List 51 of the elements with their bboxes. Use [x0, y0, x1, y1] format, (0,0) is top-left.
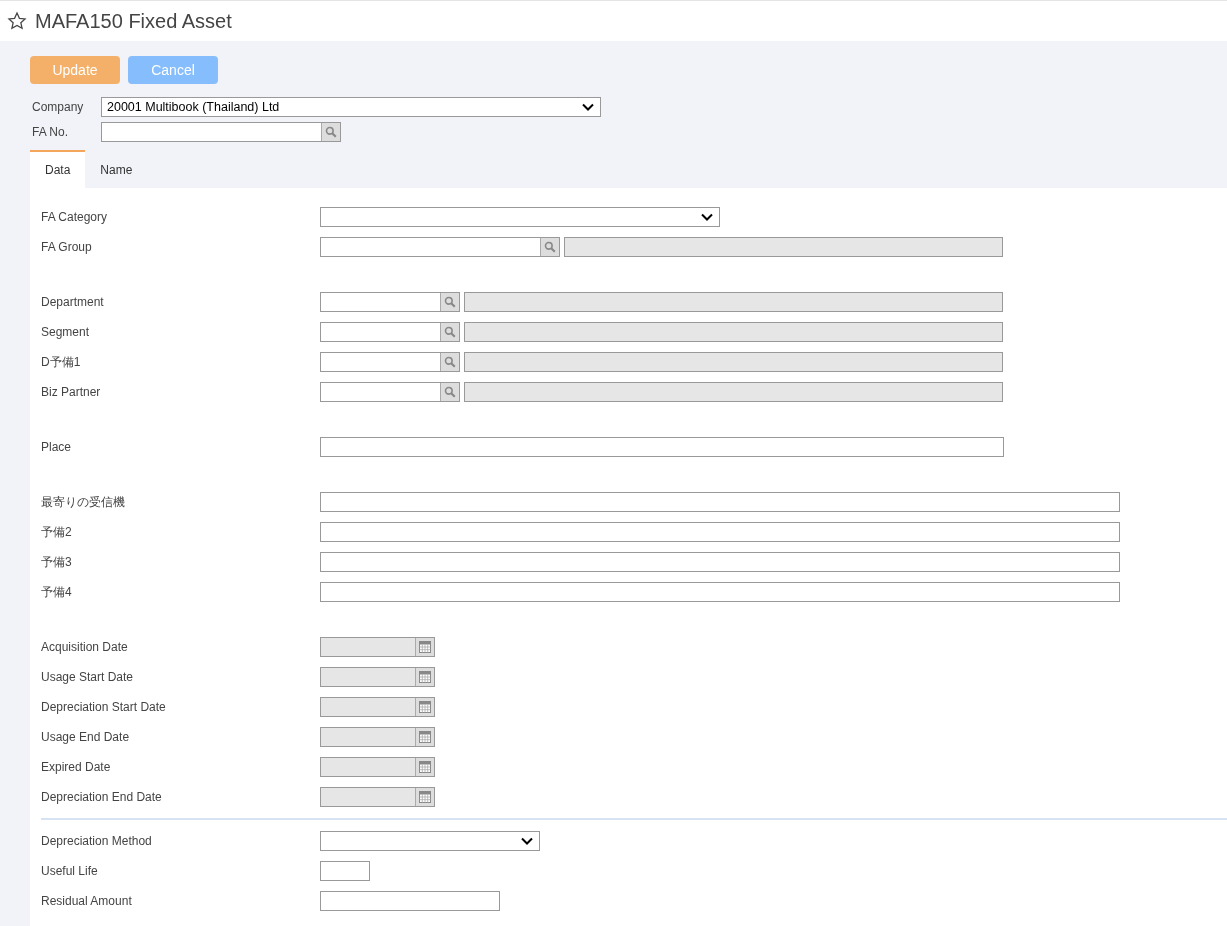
- lookup-field[interactable]: [320, 322, 460, 342]
- field-label: 最寄りの受信機: [41, 494, 126, 511]
- lookup-field[interactable]: [101, 121, 341, 142]
- chevron-down-icon: [582, 103, 594, 111]
- lookup-field[interactable]: [320, 382, 460, 402]
- field-label: 予備3: [41, 554, 73, 571]
- text-field[interactable]: [320, 861, 370, 881]
- field-label: Department: [41, 294, 105, 311]
- field-label: Depreciation Method: [41, 833, 153, 850]
- select-field[interactable]: [320, 207, 720, 227]
- field-label: Expired Date: [41, 759, 112, 776]
- chevron-down-icon: [701, 213, 713, 221]
- select-field[interactable]: 20001 Multibook (Thailand) Ltd: [101, 97, 601, 117]
- search-button[interactable]: [540, 238, 559, 256]
- field-label: FA Group: [41, 239, 93, 256]
- lookup-field[interactable]: [320, 237, 560, 257]
- field-label: FA No.: [31, 123, 70, 141]
- lookup-field[interactable]: [320, 352, 460, 372]
- text-field[interactable]: [320, 552, 1120, 572]
- tab[interactable]: Name: [85, 150, 148, 188]
- lookup-field[interactable]: [320, 292, 460, 312]
- field-label: Depreciation End Date: [41, 789, 163, 806]
- text-field[interactable]: [320, 891, 500, 911]
- tab[interactable]: Data: [30, 150, 86, 188]
- text-field[interactable]: [320, 582, 1120, 602]
- field-label: Place: [41, 439, 73, 456]
- field-label: Biz Partner: [41, 384, 102, 401]
- chevron-down-icon: [521, 837, 533, 845]
- field-label: 予備4: [41, 584, 73, 601]
- search-button[interactable]: [321, 122, 340, 141]
- field-label: Usage End Date: [41, 729, 131, 746]
- search-button[interactable]: [440, 383, 459, 401]
- text-field[interactable]: [320, 522, 1120, 542]
- star-icon: [7, 11, 27, 31]
- field-label: Useful Life: [41, 863, 99, 880]
- field-label: Usage Start Date: [41, 669, 135, 686]
- field-label: FA Category: [41, 209, 109, 226]
- search-button[interactable]: [440, 293, 459, 311]
- field-label: Segment: [41, 324, 91, 341]
- field-label: D予備1: [41, 354, 82, 371]
- search-button[interactable]: [440, 353, 459, 371]
- page-title: MAFA150 Fixed Asset: [35, 9, 232, 34]
- search-button[interactable]: [440, 323, 459, 341]
- text-field[interactable]: [320, 437, 1004, 457]
- field-label: Acquisition Date: [41, 639, 129, 656]
- text-field[interactable]: [320, 492, 1120, 512]
- field-label: 予備2: [41, 524, 73, 541]
- select-field[interactable]: [320, 831, 540, 851]
- field-label: Depreciation Start Date: [41, 699, 167, 716]
- field-label: Company: [31, 99, 85, 116]
- field-label: Residual Amount: [41, 893, 133, 910]
